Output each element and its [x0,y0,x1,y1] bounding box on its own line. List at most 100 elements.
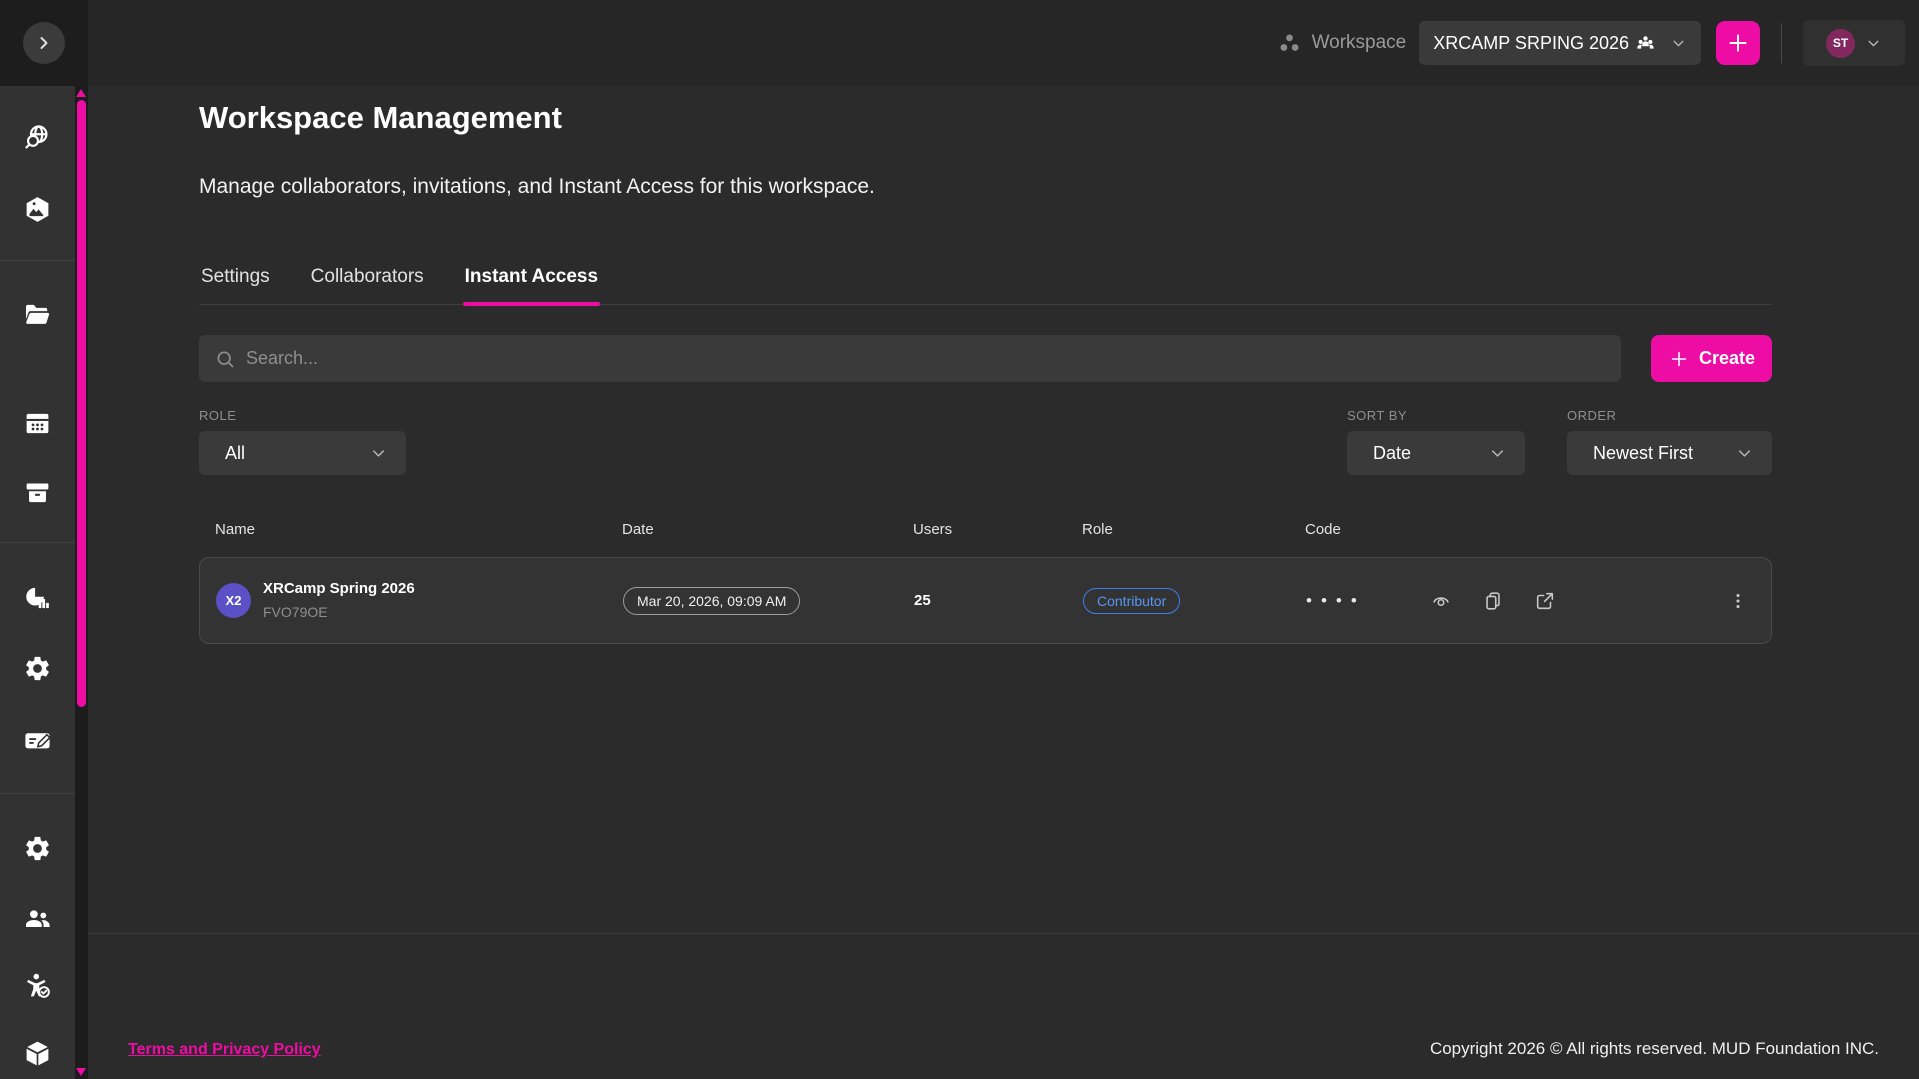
page-subtitle: Manage collaborators, invitations, and I… [199,172,1772,202]
sidebar-item-notes[interactable] [13,716,61,764]
person-check-icon [23,971,52,1000]
search-box [199,335,1621,382]
sidebar-divider [0,793,75,794]
workspace-management-panel: Workspace Management Manage collaborator… [88,86,1919,644]
order-dropdown[interactable]: Newest First [1567,431,1772,475]
role-filter-value: All [225,443,245,464]
chevron-down-icon [1670,35,1687,52]
external-link-icon [1534,590,1556,612]
top-bar-right: Workspace XRCAMP SRPING 2026 ST [88,20,1919,66]
top-bar: Workspace XRCAMP SRPING 2026 ST [0,0,1919,86]
terms-privacy-link[interactable]: Terms and Privacy Policy [128,1041,321,1059]
workspace-select[interactable]: XRCAMP SRPING 2026 [1419,21,1701,65]
row-code-id: FVO79OE [263,602,415,622]
gear-icon [23,834,52,863]
archive-box-icon [23,478,52,507]
sidebar [0,86,75,1079]
tab-collaborators[interactable]: Collaborators [309,266,426,304]
sidebar-item-calendar[interactable] [13,399,61,447]
order-label: ORDER [1567,408,1772,423]
row-date-cell: Mar 20, 2026, 09:09 AM [623,587,914,615]
create-button[interactable]: Create [1651,335,1772,382]
sort-by-dropdown[interactable]: Date [1347,431,1525,475]
column-header-role: Role [1082,521,1305,538]
chevron-down-icon [1865,35,1882,52]
sidebar-item-analytics[interactable] [13,574,61,622]
copy-code-button[interactable] [1478,586,1508,616]
column-header-date: Date [622,521,913,538]
sort-by-filter: SORT BY Date [1347,408,1525,475]
workspace-label: Workspace [1312,32,1407,54]
sidebar-item-scenes[interactable] [13,185,61,233]
sidebar-divider [0,260,75,261]
expand-sidebar-button[interactable] [23,22,65,64]
order-filter: ORDER Newest First [1567,408,1772,475]
plus-icon [1668,348,1690,370]
open-link-button[interactable] [1530,586,1560,616]
table-row[interactable]: X2 XRCamp Spring 2026 FVO79OE Mar 20, 20… [199,557,1772,644]
sort-by-label: SORT BY [1347,408,1525,423]
sidebar-divider [0,542,75,543]
scrollbar-up-arrow[interactable] [76,89,86,97]
analytics-pie-icon [23,584,52,613]
sidebar-item-projects[interactable] [13,290,61,338]
row-avatar: X2 [216,583,251,618]
shell: Workspace Management Manage collaborator… [0,86,1919,1079]
table-header-row: Name Date Users Role Code [199,521,1772,538]
sidebar-item-discover[interactable] [13,113,61,161]
scrollbar-thumb[interactable] [77,100,86,707]
gear-icon [23,654,52,683]
workspace-indicator: Workspace [1276,30,1407,57]
role-filter-dropdown[interactable]: All [199,431,406,475]
tab-settings[interactable]: Settings [199,266,272,304]
column-header-code: Code [1305,521,1425,538]
row-menu-button[interactable] [1723,586,1753,616]
sidebar-item-settings[interactable] [13,644,61,692]
people-icon [23,904,52,933]
masked-code: •••• [1306,591,1426,611]
copy-icon [1482,590,1504,612]
chevron-right-icon [34,33,54,53]
search-input[interactable] [246,348,1605,369]
add-workspace-button[interactable] [1716,21,1760,65]
role-badge: Contributor [1083,588,1180,614]
package-box-icon [23,1039,52,1068]
people-group-icon [1635,33,1656,54]
scene-cube-icon [23,195,52,224]
footer: Terms and Privacy Policy Copyright 2026 … [88,933,1919,1079]
chevron-down-icon [369,444,388,463]
column-header-name: Name [215,521,622,538]
sidebar-item-members[interactable] [13,894,61,942]
sidebar-item-admin-settings[interactable] [13,824,61,872]
row-name: XRCamp Spring 2026 [263,579,415,599]
role-filter-label: ROLE [199,408,406,423]
chevron-down-icon [1488,444,1507,463]
toolbar: Create [199,335,1772,382]
row-actions [1426,586,1771,616]
filters-row: ROLE All SORT BY Date [199,408,1772,475]
order-value: Newest First [1593,443,1693,464]
sidebar-item-events[interactable] [13,961,61,1009]
sidebar-item-packages[interactable] [13,1029,61,1077]
top-bar-divider [1781,23,1782,63]
row-name-cell: X2 XRCamp Spring 2026 FVO79OE [216,579,623,622]
role-filter: ROLE All [199,408,406,475]
sidebar-header [0,0,88,86]
sidebar-item-archive[interactable] [13,468,61,516]
kebab-menu-icon [1727,590,1749,612]
tab-instant-access[interactable]: Instant Access [463,266,600,304]
app-window: Workspace XRCAMP SRPING 2026 ST [0,0,1919,1079]
date-chip: Mar 20, 2026, 09:09 AM [623,587,800,615]
search-icon [215,349,235,369]
copyright-text: Copyright 2026 © All rights reserved. MU… [1430,1039,1879,1059]
scrollbar-down-arrow[interactable] [76,1068,86,1076]
calendar-icon [23,409,52,438]
create-button-label: Create [1699,348,1755,369]
reveal-code-button[interactable] [1426,586,1456,616]
account-menu[interactable]: ST [1803,20,1905,66]
page-title: Workspace Management [199,95,1772,141]
workspace-select-value: XRCAMP SRPING 2026 [1433,33,1629,54]
card-edit-icon [23,726,52,755]
tab-bar: Settings Collaborators Instant Access [199,266,1772,305]
column-header-users: Users [913,521,1082,538]
